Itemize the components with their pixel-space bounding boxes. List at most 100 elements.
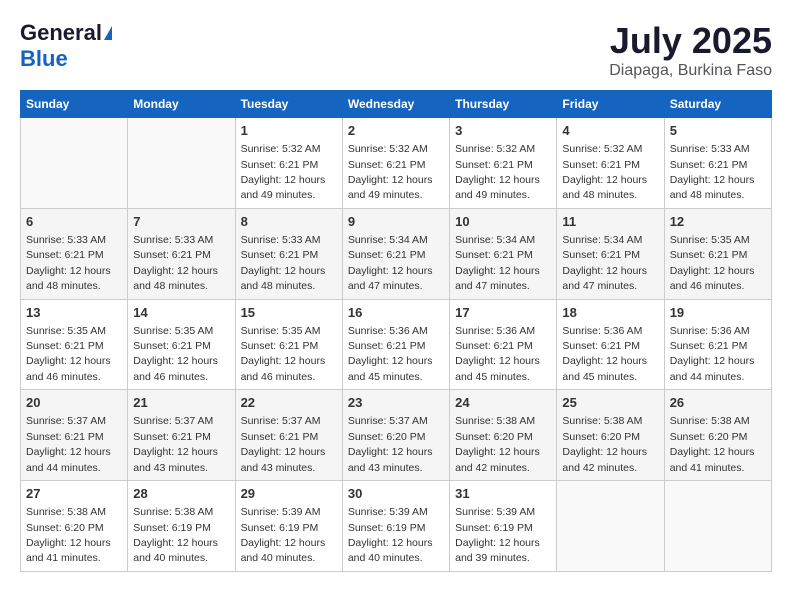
day-info: Sunrise: 5:32 AM Sunset: 6:21 PM Dayligh…	[348, 143, 433, 201]
weekday-header: Tuesday	[235, 91, 342, 118]
day-number: 2	[348, 122, 444, 140]
calendar-day-cell: 22 Sunrise: 5:37 AM Sunset: 6:21 PM Dayli…	[235, 390, 342, 481]
day-number: 25	[562, 394, 658, 412]
day-number: 9	[348, 213, 444, 231]
day-info: Sunrise: 5:32 AM Sunset: 6:21 PM Dayligh…	[562, 143, 647, 201]
calendar-day-cell	[21, 118, 128, 209]
day-number: 20	[26, 394, 122, 412]
day-number: 5	[670, 122, 766, 140]
day-number: 6	[26, 213, 122, 231]
calendar-header-row: SundayMondayTuesdayWednesdayThursdayFrid…	[21, 91, 772, 118]
calendar-day-cell: 26 Sunrise: 5:38 AM Sunset: 6:20 PM Dayli…	[664, 390, 771, 481]
title-area: July 2025 Diapaga, Burkina Faso	[609, 20, 772, 80]
calendar-day-cell: 20 Sunrise: 5:37 AM Sunset: 6:21 PM Dayli…	[21, 390, 128, 481]
day-number: 1	[241, 122, 337, 140]
day-info: Sunrise: 5:38 AM Sunset: 6:20 PM Dayligh…	[670, 415, 755, 473]
calendar-day-cell: 6 Sunrise: 5:33 AM Sunset: 6:21 PM Daylig…	[21, 208, 128, 299]
calendar-day-cell	[128, 118, 235, 209]
calendar-week-row: 20 Sunrise: 5:37 AM Sunset: 6:21 PM Dayli…	[21, 390, 772, 481]
page-header: General Blue July 2025 Diapaga, Burkina …	[20, 20, 772, 80]
day-info: Sunrise: 5:35 AM Sunset: 6:21 PM Dayligh…	[26, 325, 111, 383]
day-number: 3	[455, 122, 551, 140]
calendar-day-cell	[664, 481, 771, 572]
day-number: 24	[455, 394, 551, 412]
day-info: Sunrise: 5:37 AM Sunset: 6:20 PM Dayligh…	[348, 415, 433, 473]
day-info: Sunrise: 5:33 AM Sunset: 6:21 PM Dayligh…	[26, 234, 111, 292]
calendar-table: SundayMondayTuesdayWednesdayThursdayFrid…	[20, 90, 772, 572]
day-info: Sunrise: 5:34 AM Sunset: 6:21 PM Dayligh…	[562, 234, 647, 292]
day-number: 26	[670, 394, 766, 412]
calendar-day-cell: 27 Sunrise: 5:38 AM Sunset: 6:20 PM Dayli…	[21, 481, 128, 572]
day-info: Sunrise: 5:34 AM Sunset: 6:21 PM Dayligh…	[455, 234, 540, 292]
calendar-day-cell: 23 Sunrise: 5:37 AM Sunset: 6:20 PM Dayli…	[342, 390, 449, 481]
day-info: Sunrise: 5:32 AM Sunset: 6:21 PM Dayligh…	[241, 143, 326, 201]
day-number: 28	[133, 485, 229, 503]
day-info: Sunrise: 5:32 AM Sunset: 6:21 PM Dayligh…	[455, 143, 540, 201]
day-number: 13	[26, 304, 122, 322]
day-info: Sunrise: 5:35 AM Sunset: 6:21 PM Dayligh…	[241, 325, 326, 383]
calendar-week-row: 13 Sunrise: 5:35 AM Sunset: 6:21 PM Dayli…	[21, 299, 772, 390]
day-info: Sunrise: 5:37 AM Sunset: 6:21 PM Dayligh…	[26, 415, 111, 473]
calendar-day-cell: 18Sunrise: 5:36 AM Sunset: 6:21 PM Dayli…	[557, 299, 664, 390]
day-info: Sunrise: 5:38 AM Sunset: 6:19 PM Dayligh…	[133, 506, 218, 564]
calendar-day-cell: 11 Sunrise: 5:34 AM Sunset: 6:21 PM Dayli…	[557, 208, 664, 299]
calendar-day-cell: 29 Sunrise: 5:39 AM Sunset: 6:19 PM Dayli…	[235, 481, 342, 572]
calendar-day-cell: 10 Sunrise: 5:34 AM Sunset: 6:21 PM Dayli…	[450, 208, 557, 299]
day-info: Sunrise: 5:36 AM Sunset: 6:21 PM Dayligh…	[455, 325, 540, 383]
day-info: Sunrise: 5:36 AM Sunset: 6:21 PM Dayligh…	[348, 325, 433, 383]
day-info: Sunrise: 5:38 AM Sunset: 6:20 PM Dayligh…	[562, 415, 647, 473]
calendar-day-cell: 14 Sunrise: 5:35 AM Sunset: 6:21 PM Dayli…	[128, 299, 235, 390]
calendar-day-cell: 19Sunrise: 5:36 AM Sunset: 6:21 PM Dayli…	[664, 299, 771, 390]
calendar-day-cell: 31 Sunrise: 5:39 AM Sunset: 6:19 PM Dayli…	[450, 481, 557, 572]
weekday-header: Friday	[557, 91, 664, 118]
day-info: Sunrise: 5:34 AM Sunset: 6:21 PM Dayligh…	[348, 234, 433, 292]
calendar-day-cell: 4 Sunrise: 5:32 AM Sunset: 6:21 PM Daylig…	[557, 118, 664, 209]
day-info: Sunrise: 5:33 AM Sunset: 6:21 PM Dayligh…	[670, 143, 755, 201]
weekday-header: Saturday	[664, 91, 771, 118]
day-info: Sunrise: 5:35 AM Sunset: 6:21 PM Dayligh…	[670, 234, 755, 292]
page-title: July 2025	[609, 20, 772, 62]
logo-general: General	[20, 20, 102, 46]
day-number: 27	[26, 485, 122, 503]
day-info: Sunrise: 5:39 AM Sunset: 6:19 PM Dayligh…	[241, 506, 326, 564]
day-number: 15	[241, 304, 337, 322]
calendar-day-cell: 3 Sunrise: 5:32 AM Sunset: 6:21 PM Daylig…	[450, 118, 557, 209]
day-info: Sunrise: 5:36 AM Sunset: 6:21 PM Dayligh…	[562, 325, 647, 383]
weekday-header: Sunday	[21, 91, 128, 118]
day-number: 31	[455, 485, 551, 503]
day-info: Sunrise: 5:33 AM Sunset: 6:21 PM Dayligh…	[133, 234, 218, 292]
day-number: 21	[133, 394, 229, 412]
day-number: 16	[348, 304, 444, 322]
day-number: 11	[562, 213, 658, 231]
calendar-day-cell: 7 Sunrise: 5:33 AM Sunset: 6:21 PM Daylig…	[128, 208, 235, 299]
day-number: 29	[241, 485, 337, 503]
weekday-header: Thursday	[450, 91, 557, 118]
logo-blue: Blue	[20, 46, 68, 72]
calendar-day-cell: 17 Sunrise: 5:36 AM Sunset: 6:21 PM Dayli…	[450, 299, 557, 390]
day-number: 22	[241, 394, 337, 412]
day-number: 4	[562, 122, 658, 140]
day-number: 17	[455, 304, 551, 322]
calendar-day-cell: 24Sunrise: 5:38 AM Sunset: 6:20 PM Dayli…	[450, 390, 557, 481]
day-number: 14	[133, 304, 229, 322]
day-number: 10	[455, 213, 551, 231]
calendar-day-cell: 13 Sunrise: 5:35 AM Sunset: 6:21 PM Dayli…	[21, 299, 128, 390]
calendar-day-cell: 28 Sunrise: 5:38 AM Sunset: 6:19 PM Dayli…	[128, 481, 235, 572]
calendar-week-row: 27 Sunrise: 5:38 AM Sunset: 6:20 PM Dayli…	[21, 481, 772, 572]
day-info: Sunrise: 5:38 AM Sunset: 6:20 PM Dayligh…	[26, 506, 111, 564]
calendar-day-cell: 15 Sunrise: 5:35 AM Sunset: 6:21 PM Dayli…	[235, 299, 342, 390]
day-info: Sunrise: 5:36 AM Sunset: 6:21 PM Dayligh…	[670, 325, 755, 383]
day-info: Sunrise: 5:39 AM Sunset: 6:19 PM Dayligh…	[348, 506, 433, 564]
day-number: 23	[348, 394, 444, 412]
weekday-header: Wednesday	[342, 91, 449, 118]
day-number: 7	[133, 213, 229, 231]
day-info: Sunrise: 5:37 AM Sunset: 6:21 PM Dayligh…	[241, 415, 326, 473]
page-location: Diapaga, Burkina Faso	[609, 62, 772, 80]
calendar-day-cell	[557, 481, 664, 572]
calendar-week-row: 1 Sunrise: 5:32 AM Sunset: 6:21 PM Daylig…	[21, 118, 772, 209]
calendar-week-row: 6 Sunrise: 5:33 AM Sunset: 6:21 PM Daylig…	[21, 208, 772, 299]
calendar-day-cell: 2 Sunrise: 5:32 AM Sunset: 6:21 PM Daylig…	[342, 118, 449, 209]
day-info: Sunrise: 5:39 AM Sunset: 6:19 PM Dayligh…	[455, 506, 540, 564]
day-number: 12	[670, 213, 766, 231]
day-info: Sunrise: 5:35 AM Sunset: 6:21 PM Dayligh…	[133, 325, 218, 383]
